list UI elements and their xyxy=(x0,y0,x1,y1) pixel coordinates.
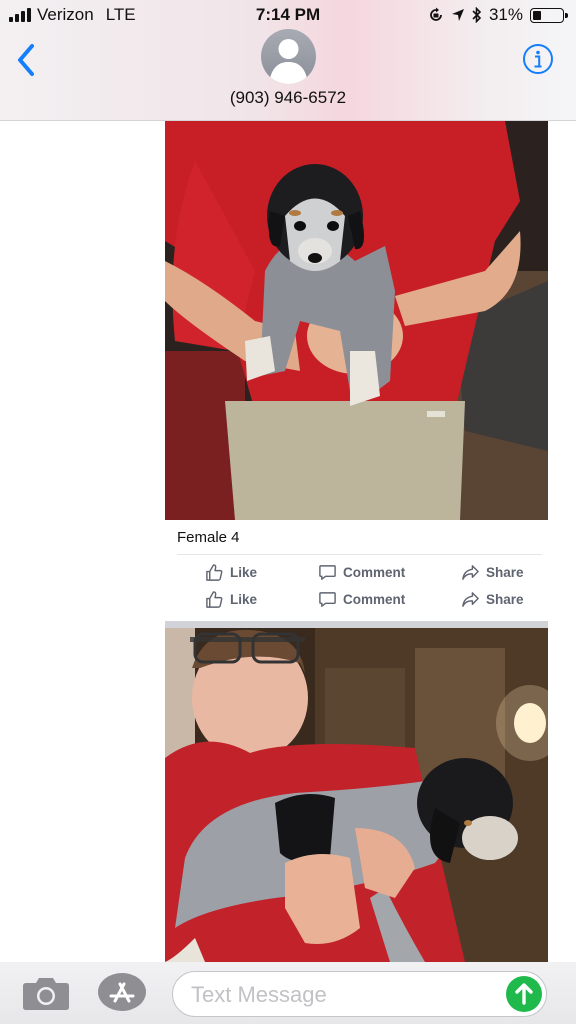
thumbs-up-icon xyxy=(206,591,223,608)
message-input-bar xyxy=(0,962,576,1024)
message-bubble-post[interactable] xyxy=(165,628,548,962)
message-text-field[interactable] xyxy=(172,971,547,1017)
bluetooth-icon xyxy=(472,7,482,23)
orientation-lock-icon xyxy=(430,7,442,21)
share-arrow-icon xyxy=(462,565,479,580)
info-button[interactable] xyxy=(522,43,554,75)
status-bar: Verizon LTE 7:14 PM 31% xyxy=(0,0,576,30)
divider xyxy=(177,554,542,555)
camera-button[interactable] xyxy=(22,974,70,1012)
contact-avatar[interactable] xyxy=(261,29,316,84)
arrow-up-icon xyxy=(515,983,533,1005)
battery-percentage: 31% xyxy=(488,5,523,24)
info-icon xyxy=(523,44,553,74)
app-store-icon xyxy=(98,973,146,1011)
puppy-photo[interactable] xyxy=(165,121,548,520)
comment-icon xyxy=(319,592,336,607)
location-icon xyxy=(451,9,464,21)
text-message-input[interactable] xyxy=(189,972,493,1017)
share-button[interactable]: Share xyxy=(461,563,524,582)
comment-button[interactable]: Comment xyxy=(318,590,405,609)
puppy-image xyxy=(165,121,548,520)
comment-icon xyxy=(319,565,336,580)
post-separator xyxy=(165,621,548,628)
post-actions-row: Like Comment Share xyxy=(165,563,548,587)
post-caption: Female 4 xyxy=(177,529,240,546)
camera-icon xyxy=(23,978,69,1010)
back-button[interactable] xyxy=(14,42,42,78)
send-button[interactable] xyxy=(506,976,542,1012)
message-bubble-post[interactable]: Female 4 Like Comment Share Like Comment… xyxy=(165,121,548,628)
puppy-image xyxy=(165,628,548,962)
like-button[interactable]: Like xyxy=(205,563,257,582)
post-actions-row: Like Comment Share xyxy=(165,590,548,614)
share-button[interactable]: Share xyxy=(461,590,524,609)
puppy-photo[interactable] xyxy=(165,628,548,962)
thumbs-up-icon xyxy=(206,564,223,581)
comment-button[interactable]: Comment xyxy=(318,563,405,582)
battery-icon xyxy=(530,7,568,23)
chevron-left-icon xyxy=(18,44,34,76)
like-button[interactable]: Like xyxy=(205,590,257,609)
contact-number[interactable]: (903) 946-6572 xyxy=(0,88,576,108)
share-arrow-icon xyxy=(462,592,479,607)
person-icon xyxy=(269,39,308,84)
app-drawer-button[interactable] xyxy=(97,972,147,1012)
